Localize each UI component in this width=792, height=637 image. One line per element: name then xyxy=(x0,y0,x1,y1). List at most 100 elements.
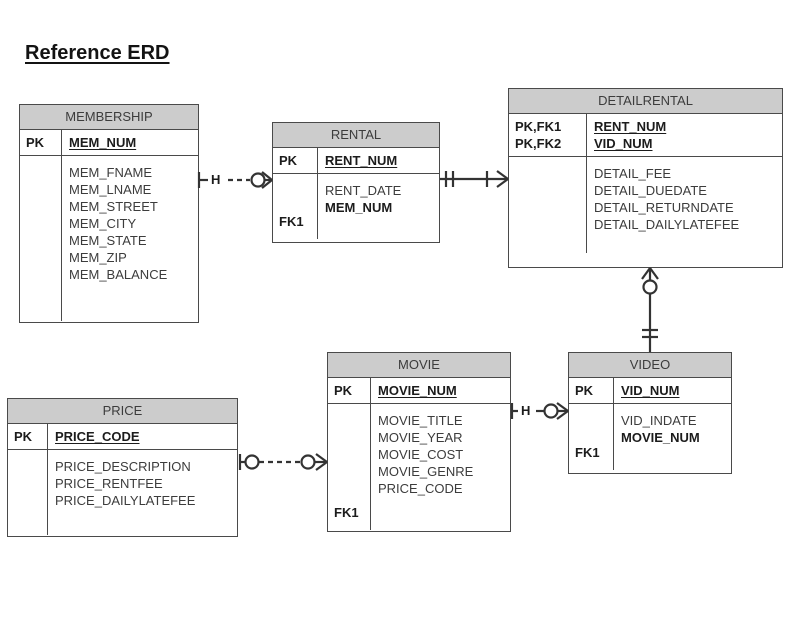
crowsfoot-prong xyxy=(315,453,328,463)
attribute-name: MOVIE_TITLE xyxy=(378,413,463,428)
entity-header-video: VIDEO xyxy=(569,353,731,378)
key-label: FK1 xyxy=(334,505,359,520)
entity-attr-section-video: X FK1 VID_INDATE MOVIE_NUM xyxy=(569,404,731,470)
attribute-name: RENT_NUM xyxy=(594,119,667,134)
attribute-column: MEM_FNAME MEM_LNAME MEM_STREET MEM_CITY … xyxy=(62,156,198,321)
entity-header-membership: MEMBERSHIP xyxy=(20,105,198,130)
attribute-name: MOVIE_COST xyxy=(378,447,464,462)
relationship-label-movie-video: H xyxy=(521,403,531,418)
attribute-column: MOVIE_NUM xyxy=(371,378,510,403)
cardinality-zero-circle xyxy=(642,279,658,295)
entity-pk-section-price: PK PRICE_CODE xyxy=(8,424,237,450)
cardinality-zero-circle xyxy=(543,403,559,419)
crowsfoot-prong xyxy=(556,410,569,420)
crowsfoot-prong xyxy=(641,267,651,280)
key-label: FK1 xyxy=(279,214,304,229)
key-column: PK xyxy=(8,424,48,449)
attribute-name: MEM_STREET xyxy=(69,199,158,214)
attribute-name: DETAIL_RETURNDATE xyxy=(594,200,734,215)
entity-attr-section-membership: MEM_FNAME MEM_LNAME MEM_STREET MEM_CITY … xyxy=(20,156,198,321)
key-column: X FK1 xyxy=(273,174,318,239)
attribute-name: PRICE_DESCRIPTION xyxy=(55,459,191,474)
entity-video[interactable]: VIDEO PK VID_NUM X FK1 VID_INDATE MOVIE_… xyxy=(568,352,732,474)
crowsfoot-prong xyxy=(261,179,273,189)
entity-header-detailrental: DETAILRENTAL xyxy=(509,89,782,114)
entity-body-video: PK VID_NUM X FK1 VID_INDATE MOVIE_NUM xyxy=(569,378,731,470)
attribute-name: DETAIL_FEE xyxy=(594,166,672,181)
attribute-name: MOVIE_NUM xyxy=(621,430,700,445)
attribute-name: PRICE_CODE xyxy=(378,481,463,496)
attribute-name: MEM_BALANCE xyxy=(69,267,168,282)
relationship-rental-detailrental xyxy=(440,170,509,188)
crowsfoot-prong xyxy=(496,178,509,188)
cardinality-zero-circle xyxy=(300,454,316,470)
key-label: PK xyxy=(26,135,45,150)
attribute-name: PRICE_DAILYLATEFEE xyxy=(55,493,196,508)
entity-rental[interactable]: RENTAL PK RENT_NUM X FK1 RENT_DATE MEM_N… xyxy=(272,122,440,243)
cardinality-zero-circle xyxy=(244,454,260,470)
entity-header-rental: RENTAL xyxy=(273,123,439,148)
entity-header-price: PRICE xyxy=(8,399,237,424)
relationship-label-membership-rental: H xyxy=(211,172,221,187)
attribute-name: DETAIL_DUEDATE xyxy=(594,183,707,198)
entity-body-rental: PK RENT_NUM X FK1 RENT_DATE MEM_NUM xyxy=(273,148,439,239)
attribute-column: MOVIE_TITLE MOVIE_YEAR MOVIE_COST MOVIE_… xyxy=(371,404,510,530)
entity-body-detailrental: PK,FK1 PK,FK2 RENT_NUM VID_NUM DETAIL_FE… xyxy=(509,114,782,253)
page-title: Reference ERD xyxy=(25,42,170,64)
entity-attr-section-detailrental: DETAIL_FEE DETAIL_DUEDATE DETAIL_RETURND… xyxy=(509,157,782,253)
erd-canvas: Reference ERD MEMBERSHIP PK MEM_NUM MEM_… xyxy=(0,0,792,637)
cardinality-zero-circle xyxy=(250,172,266,188)
key-label-spacer: X xyxy=(569,427,613,444)
key-column: PK,FK1 PK,FK2 xyxy=(509,114,587,156)
attribute-name: MEM_CITY xyxy=(69,216,137,231)
key-label-spacer: X xyxy=(273,196,317,213)
key-label-spacer: X xyxy=(328,487,370,504)
key-column xyxy=(20,156,62,321)
attribute-column: RENT_DATE MEM_NUM xyxy=(318,174,439,239)
entity-attr-section-price: PRICE_DESCRIPTION PRICE_RENTFEE PRICE_DA… xyxy=(8,450,237,535)
entity-attr-section-movie: X X X X FK1 MOVIE_TITLE MOVIE_YEAR MOVIE… xyxy=(328,404,510,530)
key-label: PK xyxy=(279,153,298,168)
attribute-column: MEM_NUM xyxy=(62,130,198,155)
key-label-spacer: X xyxy=(328,470,370,487)
crowsfoot-prong xyxy=(649,267,659,280)
entity-header-movie: MOVIE xyxy=(328,353,510,378)
crowsfoot-prong xyxy=(556,402,569,412)
entity-body-price: PK PRICE_CODE PRICE_DESCRIPTION PRICE_RE… xyxy=(8,424,237,535)
attribute-name: MEM_NUM xyxy=(325,200,393,215)
key-column xyxy=(8,450,48,535)
attribute-column: VID_INDATE MOVIE_NUM xyxy=(614,404,731,470)
entity-pk-section-membership: PK MEM_NUM xyxy=(20,130,198,156)
key-label: PK,FK1 xyxy=(515,119,562,134)
entity-pk-section-detailrental: PK,FK1 PK,FK2 RENT_NUM VID_NUM xyxy=(509,114,782,157)
entity-body-membership: PK MEM_NUM MEM_FNAME MEM_LNAME MEM_STREE… xyxy=(20,130,198,321)
key-label: FK1 xyxy=(575,445,600,460)
crowsfoot-prong xyxy=(496,170,509,180)
attribute-name: MOVIE_YEAR xyxy=(378,430,463,445)
key-label: PK xyxy=(575,383,594,398)
entity-price[interactable]: PRICE PK PRICE_CODE PRICE_DESCRIPTION PR… xyxy=(7,398,238,537)
relationship-membership-rental xyxy=(197,171,273,189)
key-label: PK xyxy=(334,383,353,398)
attribute-name: PRICE_RENTFEE xyxy=(55,476,163,491)
key-column: X X X X FK1 xyxy=(328,404,371,530)
entity-membership[interactable]: MEMBERSHIP PK MEM_NUM MEM_FNAME MEM_LNAM… xyxy=(19,104,199,323)
entity-attr-section-rental: X FK1 RENT_DATE MEM_NUM xyxy=(273,174,439,239)
key-column xyxy=(509,157,587,253)
key-column: X FK1 xyxy=(569,404,614,470)
key-column: PK xyxy=(273,148,318,173)
attribute-name: VID_NUM xyxy=(621,383,680,398)
key-label: PK xyxy=(14,429,33,444)
entity-detailrental[interactable]: DETAILRENTAL PK,FK1 PK,FK2 RENT_NUM VID_… xyxy=(508,88,783,268)
key-column: PK xyxy=(328,378,371,403)
key-label-spacer: X xyxy=(328,436,370,453)
attribute-name: MOVIE_GENRE xyxy=(378,464,474,479)
key-column: PK xyxy=(20,130,62,155)
attribute-name: VID_NUM xyxy=(594,136,653,151)
attribute-column: RENT_NUM xyxy=(318,148,439,173)
attribute-name: RENT_DATE xyxy=(325,183,402,198)
entity-movie[interactable]: MOVIE PK MOVIE_NUM X X X X FK1 xyxy=(327,352,511,532)
entity-pk-section-movie: PK MOVIE_NUM xyxy=(328,378,510,404)
crowsfoot-prong xyxy=(315,461,328,471)
attribute-name: VID_INDATE xyxy=(621,413,697,428)
